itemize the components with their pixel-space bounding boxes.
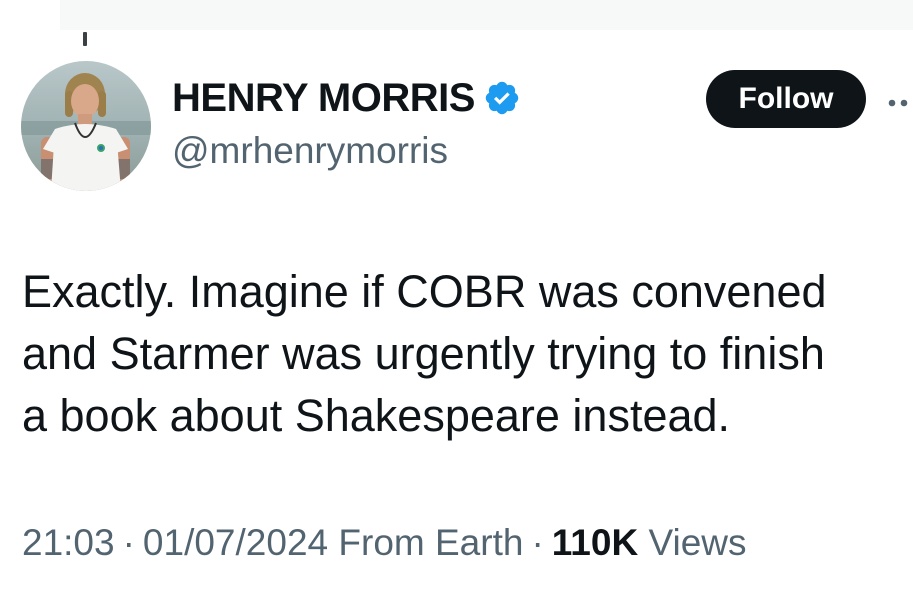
tweet-date[interactable]: 01/07/2024 bbox=[143, 522, 328, 564]
tweet-time[interactable]: 21:03 bbox=[22, 522, 115, 564]
avatar[interactable] bbox=[21, 61, 151, 191]
more-horizontal-icon[interactable] bbox=[888, 95, 913, 107]
tweet-source: From Earth bbox=[338, 522, 524, 563]
author-name-row[interactable]: HENRY MORRIS bbox=[172, 75, 521, 121]
verified-badge-icon[interactable] bbox=[483, 79, 521, 117]
thread-connector bbox=[83, 32, 87, 46]
author-display-name[interactable]: HENRY MORRIS bbox=[172, 76, 475, 121]
separator-dot: · bbox=[122, 522, 135, 563]
avatar-photo bbox=[21, 61, 151, 191]
views-count: 110K bbox=[551, 522, 639, 563]
follow-button[interactable]: Follow bbox=[706, 70, 866, 128]
previous-tweet-edge bbox=[60, 0, 913, 30]
separator-dot: · bbox=[531, 522, 544, 563]
tweet-metadata: 21:03 · 01/07/2024 From Earth · 110K Vie… bbox=[22, 522, 747, 564]
author-handle[interactable]: @mrhenrymorris bbox=[172, 130, 448, 172]
views-label: Views bbox=[648, 522, 747, 563]
tweet-body-text: Exactly. Imagine if COBR was convened an… bbox=[22, 266, 827, 441]
